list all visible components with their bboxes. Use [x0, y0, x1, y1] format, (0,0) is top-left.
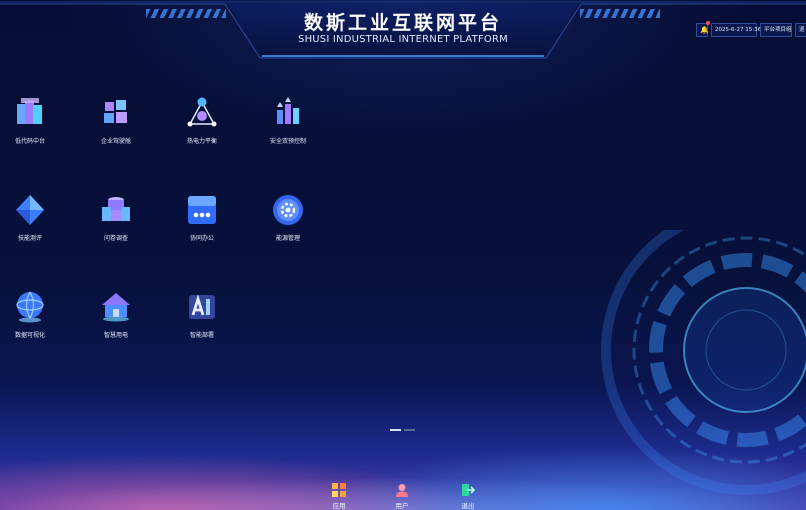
- header: 数斯工业互联网平台 SHUSI INDUSTRIAL INTERNET PLAT…: [0, 0, 806, 64]
- dock-label: 应用: [332, 502, 346, 510]
- gear-disc-icon: [273, 195, 303, 225]
- cube-blocks-icon: [17, 98, 42, 124]
- app-label: 安全双预控制: [269, 138, 306, 145]
- app-label: 能源管理: [275, 235, 300, 242]
- app-enterprise-cockpit[interactable]: 企业驾驶舱: [86, 96, 146, 166]
- triangle-network-icon: [187, 97, 217, 127]
- app-heat-power-balance[interactable]: 热电力平衡: [172, 96, 232, 166]
- app-smart-deployment[interactable]: 智能部署: [172, 290, 232, 360]
- app-smart-electricity[interactable]: 智慧用电: [86, 290, 146, 360]
- app-safety-dual-control[interactable]: 安全双预控制: [258, 96, 318, 166]
- app-label: 热电力平衡: [186, 138, 217, 145]
- chat-box-icon: [188, 196, 216, 224]
- app-label: 企业驾驶舱: [100, 138, 131, 145]
- page-dot-2[interactable]: [404, 429, 415, 431]
- user-icon: [396, 484, 408, 497]
- page-subtitle: SHUSI INDUSTRIAL INTERNET PLATFORM: [298, 34, 508, 45]
- app-label: 数据可视化: [14, 332, 45, 339]
- datetime-display: 2025-6-27 15:36:17: [711, 23, 770, 37]
- dock-user-button[interactable]: 用户: [382, 483, 422, 510]
- app-skill-assessment[interactable]: 技能测评: [0, 193, 60, 263]
- globe-icon: [16, 291, 44, 323]
- notification-button[interactable]: 🔔: [696, 21, 710, 37]
- apps-grid-icon: [332, 483, 346, 497]
- logout-top-button[interactable]: 退: [795, 23, 806, 37]
- house-icon: [102, 293, 130, 322]
- app-data-visualization[interactable]: 数据可视化: [0, 290, 60, 360]
- dock-logout-button[interactable]: 退出: [448, 483, 488, 510]
- dock-label: 退出: [461, 502, 475, 510]
- page-title: 数斯工业互联网平台: [303, 12, 502, 34]
- page-dot-1[interactable]: [390, 429, 401, 431]
- app-survey[interactable]: 问卷调查: [86, 193, 146, 263]
- app-label: 问卷调查: [103, 235, 128, 242]
- app-label: 协同办公: [189, 235, 214, 242]
- logout-icon: [462, 484, 475, 496]
- cube-cluster-icon: [104, 100, 127, 123]
- dock-apps-button[interactable]: 应用: [319, 483, 359, 510]
- app-low-code[interactable]: 低代码中台: [0, 96, 60, 166]
- app-label: 智慧用电: [103, 332, 128, 339]
- bell-icon: 🔔: [700, 26, 709, 34]
- app-label: 低代码中台: [14, 138, 45, 145]
- app-collaboration[interactable]: 协同办公: [172, 193, 232, 263]
- app-energy-management[interactable]: 能源管理: [258, 193, 318, 263]
- tech-circle-decoration: [601, 230, 806, 495]
- page-indicator: [390, 416, 418, 431]
- notification-dot: [706, 21, 710, 25]
- diamond-icon: [16, 195, 44, 225]
- shield-arrows-icon: [277, 97, 299, 124]
- app-label: 智能部署: [189, 332, 214, 339]
- app-label: 技能测评: [17, 235, 42, 242]
- ai-icon: [189, 294, 215, 319]
- dock-label: 用户: [395, 502, 409, 510]
- project-group-button[interactable]: 平台项目组: [760, 23, 792, 37]
- database-icon: [102, 197, 130, 221]
